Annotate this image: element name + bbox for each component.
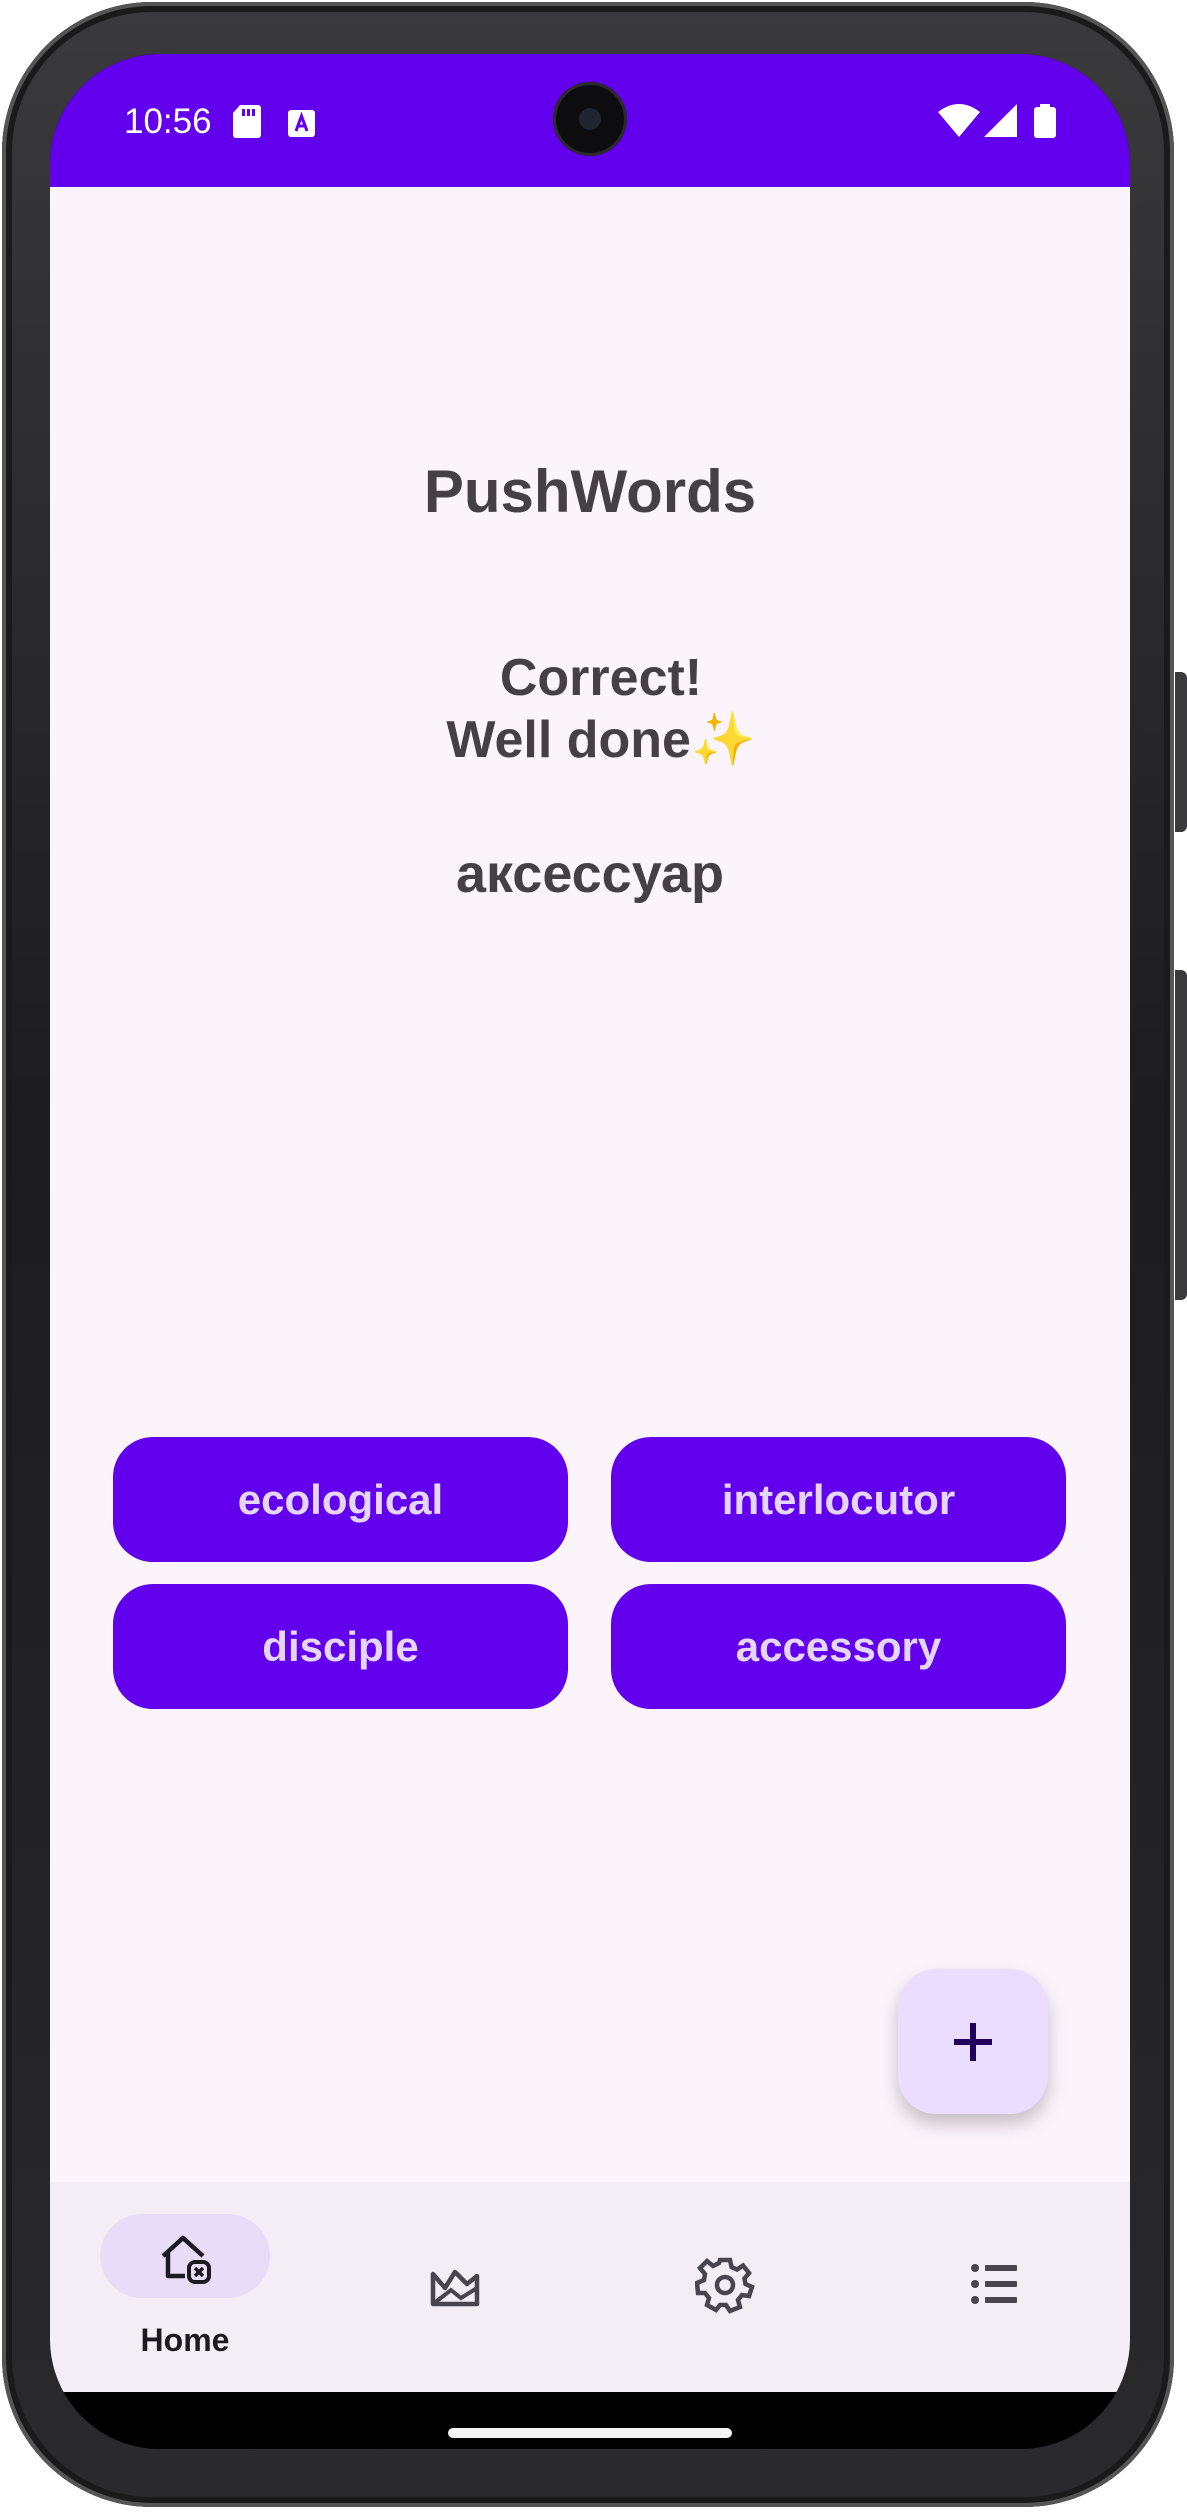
- landscape-icon: [430, 2269, 480, 2307]
- feedback-line-2: Well done✨: [50, 709, 1130, 771]
- nav-item-home[interactable]: Home: [50, 2182, 320, 2392]
- font-a-icon: [288, 110, 315, 137]
- answer-feedback: Correct! Well done✨: [50, 647, 1130, 771]
- sparkles-icon: ✨: [690, 711, 756, 769]
- power-button: [1175, 672, 1187, 832]
- option-label: disciple: [262, 1622, 419, 1670]
- signal-icon: [984, 104, 1017, 137]
- status-bar: 10:56: [50, 54, 1130, 187]
- home-icon: [161, 2235, 211, 2284]
- front-camera: [553, 82, 627, 156]
- gesture-handle[interactable]: [448, 2428, 732, 2438]
- option-button-ecological[interactable]: ecological: [113, 1437, 568, 1562]
- add-word-button[interactable]: [898, 1969, 1048, 2114]
- option-button-disciple[interactable]: disciple: [113, 1584, 568, 1709]
- quiz-word: аксессуар: [455, 844, 725, 904]
- app-title: PushWords: [423, 458, 757, 525]
- wifi-icon: [938, 104, 980, 137]
- feedback-line-1: Correct!: [499, 649, 703, 707]
- status-time: 10:56: [124, 102, 212, 141]
- gesture-navigation-area: [50, 2392, 1130, 2449]
- nav-label-home: Home: [140, 2322, 230, 2358]
- volume-button: [1175, 970, 1187, 1300]
- option-label: interlocutor: [721, 1475, 956, 1523]
- nav-item-settings[interactable]: [590, 2182, 860, 2392]
- list-icon: [971, 2264, 1017, 2304]
- app-content: PushWords Correct! Well done✨ аксессуар …: [50, 187, 1130, 2182]
- option-button-accessory[interactable]: accessory: [611, 1584, 1066, 1709]
- screen: 10:56 PushWords Correct! Well done✨ аксе…: [50, 54, 1130, 2449]
- battery-icon: [1034, 104, 1056, 138]
- plus-icon: [954, 2022, 992, 2061]
- sd-card-icon: [233, 105, 261, 138]
- option-button-interlocutor[interactable]: interlocutor: [611, 1437, 1066, 1562]
- option-label: accessory: [735, 1622, 942, 1670]
- nav-item-gallery[interactable]: [320, 2182, 590, 2392]
- nav-item-list[interactable]: [860, 2182, 1130, 2392]
- gear-icon: [695, 2257, 755, 2314]
- feedback-text: Well done: [446, 711, 691, 769]
- bottom-navigation: Home: [50, 2182, 1130, 2392]
- option-label: ecological: [237, 1475, 444, 1523]
